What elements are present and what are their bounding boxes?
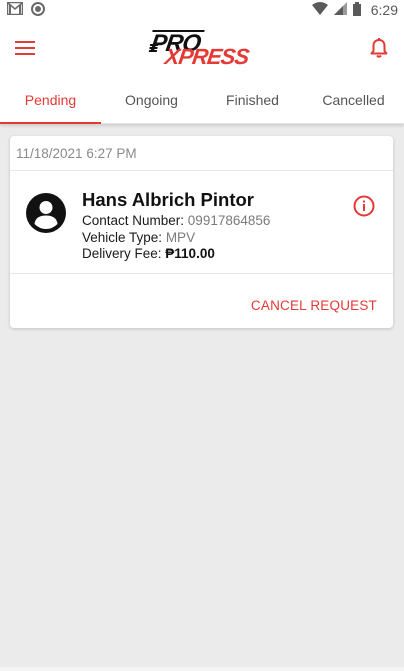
tab-label: Cancelled (322, 91, 385, 108)
battery-icon (352, 1, 361, 19)
tab-pending[interactable]: Pending (0, 76, 101, 124)
bottom-edge (0, 667, 404, 671)
bell-icon[interactable] (366, 35, 392, 61)
divider (10, 170, 393, 171)
status-bar: 6:29 (0, 0, 404, 20)
tab-ongoing[interactable]: Ongoing (101, 76, 202, 123)
app-bar: PRO XPRESS (0, 20, 404, 76)
avatar-icon (26, 193, 66, 233)
tab-label: Finished (226, 91, 279, 108)
delivery-fee-line: Delivery Fee: ₱110.00 (82, 246, 215, 261)
status-left (6, 1, 45, 19)
logo-text-xpress: XPRESS (163, 44, 251, 69)
app-logo: PRO XPRESS (147, 28, 257, 69)
tab-label: Pending (24, 91, 77, 108)
fee-label: Delivery Fee: (82, 246, 166, 261)
status-time: 6:29 (370, 2, 398, 18)
status-tabs: Pending Ongoing Finished Cancelled (0, 76, 404, 124)
status-right: 6:29 (311, 1, 398, 19)
wifi-icon (311, 2, 328, 18)
signal-icon (333, 2, 347, 18)
info-icon[interactable] (353, 195, 375, 217)
request-card: 11/18/2021 6:27 PM Hans Albrich Pintor C… (10, 136, 393, 328)
vehicle-type-line: Vehicle Type: MPV (82, 230, 195, 245)
fee-value: ₱110.00 (165, 246, 215, 261)
request-datetime: 11/18/2021 6:27 PM (16, 146, 137, 161)
contact-value: 09917864856 (187, 213, 271, 228)
tab-label: Ongoing (125, 91, 178, 108)
tab-finished[interactable]: Finished (202, 76, 303, 123)
vehicle-label: Vehicle Type: (82, 230, 166, 245)
hamburger-menu-icon[interactable] (12, 35, 38, 61)
customer-name: Hans Albrich Pintor (82, 189, 255, 210)
vehicle-value: MPV (165, 230, 196, 245)
circle-notification-icon (31, 1, 45, 19)
gmail-icon (6, 1, 24, 18)
tab-cancelled[interactable]: Cancelled (303, 76, 404, 123)
cancel-request-button[interactable]: CANCEL REQUEST (251, 298, 377, 313)
contact-number-line: Contact Number: 09917864856 (82, 213, 270, 228)
divider (10, 273, 393, 274)
contact-label: Contact Number: (82, 213, 188, 228)
